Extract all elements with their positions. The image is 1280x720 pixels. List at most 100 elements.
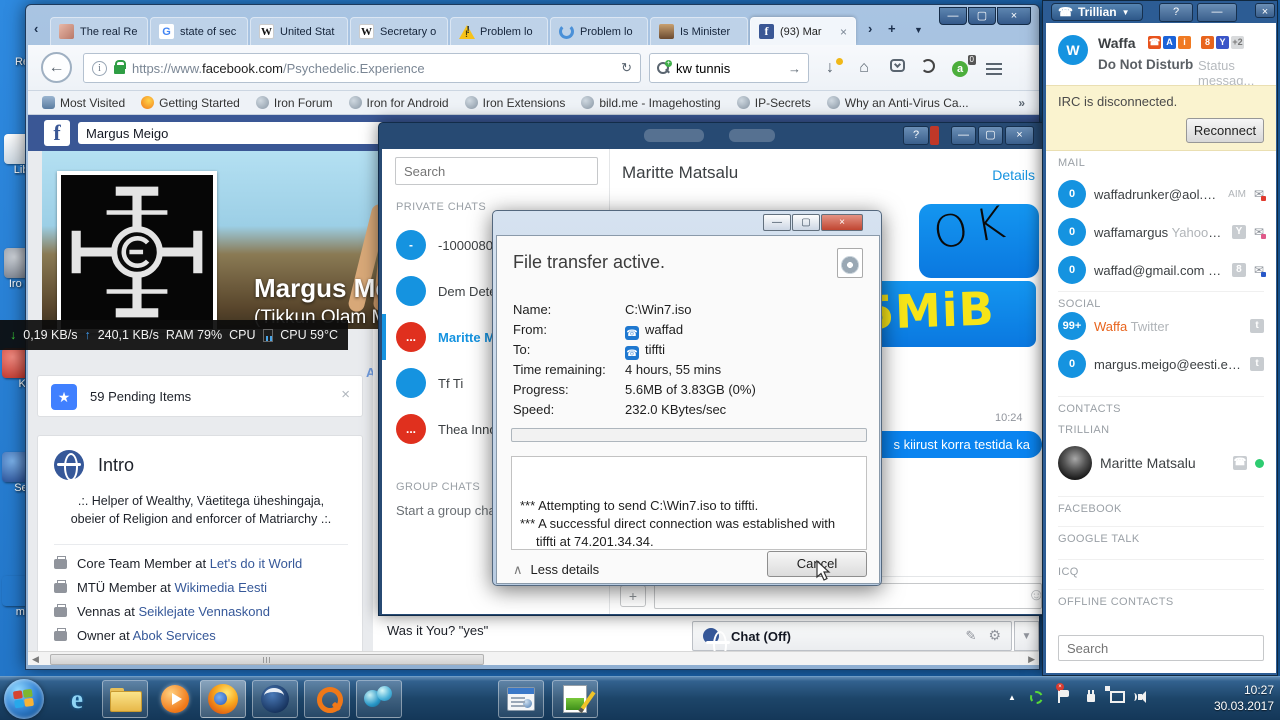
chat-minimize-button[interactable]: — xyxy=(951,126,976,145)
taskbar-internet-explorer[interactable]: e xyxy=(54,680,100,718)
tab-secretary[interactable]: Secretary o xyxy=(350,17,448,45)
job-link[interactable]: Let's do it World xyxy=(210,556,303,571)
section-offline-contacts[interactable]: OFFLINE CONTACTS xyxy=(1058,589,1264,608)
horizontal-scrollbar[interactable]: ◀ ▶ xyxy=(28,651,1039,665)
chat-close-button[interactable]: × xyxy=(1005,126,1034,145)
section-google-talk[interactable]: GOOGLE TALK xyxy=(1058,526,1264,545)
pending-items-card[interactable]: 59 Pending Items xyxy=(37,375,363,417)
tab-list-dropdown-icon[interactable]: ▼ xyxy=(914,25,923,35)
bookmark-iron-android[interactable]: Iron for Android xyxy=(349,96,449,110)
bookmark-bildme[interactable]: bild.me - Imagehosting xyxy=(581,96,720,110)
chat-settings-icon[interactable] xyxy=(988,627,1001,645)
tray-show-hidden-icon[interactable]: ▲ xyxy=(1008,693,1016,702)
facebook-chat-bar[interactable]: Chat (Off) xyxy=(692,621,1012,651)
chat-search-input[interactable] xyxy=(395,157,598,185)
tray-clock[interactable]: 10:27 30.03.2017 xyxy=(1174,682,1274,714)
bookmark-ip-secrets[interactable]: IP-Secrets xyxy=(737,96,811,110)
new-message-icon[interactable] xyxy=(966,627,977,645)
bookmark-antivirus[interactable]: Why an Anti-Virus Ca... xyxy=(827,96,969,110)
section-mail[interactable]: MAIL xyxy=(1058,157,1085,169)
taskbar-search-app[interactable] xyxy=(304,680,350,718)
scrollbar-thumb[interactable] xyxy=(50,654,484,665)
scroll-right-arrow-icon[interactable]: ▶ xyxy=(1028,654,1035,665)
downloads-icon[interactable]: ↓ xyxy=(819,59,841,79)
tab-state-of-sec[interactable]: state of sec xyxy=(150,17,248,45)
window-minimize-button[interactable]: — xyxy=(939,7,967,25)
job-link[interactable]: Seiklejate Vennaskond xyxy=(138,604,270,619)
reconnect-button[interactable]: Reconnect xyxy=(1186,118,1264,143)
bookmark-iron-forum[interactable]: Iron Forum xyxy=(256,96,333,110)
search-engine-icon[interactable]: + xyxy=(657,62,670,75)
new-tab-icon[interactable]: + xyxy=(888,21,896,36)
taskbar-seamonkey[interactable] xyxy=(252,680,298,718)
contact-row-maritte[interactable]: Maritte Matsalu ☎ xyxy=(1046,441,1276,485)
dialog-close-button[interactable]: × xyxy=(821,214,863,231)
bookmarks-overflow-icon[interactable]: » xyxy=(1018,96,1025,110)
tab-the-real[interactable]: The real Re xyxy=(50,17,148,45)
search-go-icon[interactable]: → xyxy=(788,61,801,76)
job-link[interactable]: Wikimedia Eesti xyxy=(175,580,267,595)
mail-row[interactable]: 0 waffad@gmail.com G... 8 xyxy=(1046,251,1276,289)
section-contacts[interactable]: CONTACTS xyxy=(1058,396,1264,415)
pocket-icon[interactable] xyxy=(886,59,908,79)
taskbar-firefox[interactable] xyxy=(200,680,246,718)
user-avatar[interactable]: W xyxy=(1058,35,1088,65)
status-message[interactable]: Status messag... xyxy=(1198,58,1276,88)
tab-scroll-right-icon[interactable]: › xyxy=(868,21,872,36)
url-bar[interactable]: i https://www.facebook.com/Psychedelic.E… xyxy=(83,53,641,83)
taskbar-system-utility[interactable] xyxy=(498,680,544,718)
scroll-left-arrow-icon[interactable]: ◀ xyxy=(32,654,39,665)
home-icon[interactable]: ⌂ xyxy=(853,59,875,79)
sync-swirl-icon[interactable] xyxy=(917,59,939,79)
trillian-help-button[interactable]: ? xyxy=(1159,3,1193,22)
section-icq[interactable]: ICQ xyxy=(1058,559,1264,578)
bookmark-getting-started[interactable]: Getting Started xyxy=(141,96,240,110)
section-facebook[interactable]: FACEBOOK xyxy=(1058,496,1264,515)
tray-network-monitor-icon[interactable] xyxy=(1030,691,1043,704)
attach-plus-button[interactable] xyxy=(620,585,646,607)
window-close-button[interactable]: × xyxy=(997,7,1031,25)
more-accounts-badge[interactable]: +2 xyxy=(1231,36,1244,49)
search-input[interactable] xyxy=(676,61,782,76)
mail-row[interactable]: 0 waffadrunker@aol.com AIM xyxy=(1046,175,1276,213)
back-button[interactable]: ← xyxy=(41,52,72,83)
dialog-restore-button[interactable]: ▢ xyxy=(792,214,820,231)
dialog-minimize-button[interactable]: — xyxy=(763,214,791,231)
tab-problem-1[interactable]: Problem lo xyxy=(450,17,548,45)
tab-facebook-active[interactable]: (93) Mar× xyxy=(750,17,856,45)
buddy-list-search-input[interactable] xyxy=(1058,635,1264,661)
reload-icon[interactable]: ↻ xyxy=(621,60,632,76)
dismiss-pending-icon[interactable] xyxy=(341,386,350,403)
tab-close-icon[interactable]: × xyxy=(840,25,847,39)
taskbar-media-player[interactable] xyxy=(152,680,198,718)
tab-united-stat[interactable]: United Stat xyxy=(250,17,348,45)
social-row-twitter[interactable]: 99+ Waffa Twitter t xyxy=(1046,307,1276,345)
tab-problem-2[interactable]: Problem lo xyxy=(550,17,648,45)
social-row-eesti[interactable]: 0 margus.meigo@eesti.ee T... t xyxy=(1046,345,1276,383)
less-details-toggle[interactable]: ∧Less details xyxy=(513,562,599,578)
tab-is-minister[interactable]: Is Minister xyxy=(650,17,748,45)
message-input[interactable] xyxy=(654,583,1042,609)
chat-maximize-button[interactable]: ▢ xyxy=(978,126,1003,145)
avast-icon[interactable]: a0 xyxy=(949,59,971,79)
taskbar-trillian[interactable] xyxy=(356,680,402,718)
menu-hamburger-icon[interactable] xyxy=(986,59,1010,79)
trillian-close-button[interactable]: × xyxy=(1255,3,1275,18)
user-status[interactable]: Do Not Disturb xyxy=(1098,57,1193,72)
chat-help-button[interactable]: ? xyxy=(903,126,929,145)
start-button[interactable] xyxy=(4,679,44,719)
profile-picture[interactable] xyxy=(57,171,217,333)
mail-row[interactable]: 0 waffamargus Yahoo! ... Y xyxy=(1046,213,1276,251)
trillian-menu-button[interactable]: ☎Trillian▼ xyxy=(1051,3,1143,21)
job-link[interactable]: Abok Services xyxy=(133,628,216,643)
details-link[interactable]: Details xyxy=(992,167,1035,183)
taskbar-notes-app[interactable] xyxy=(552,680,598,718)
section-trillian[interactable]: TRILLIAN xyxy=(1058,424,1110,436)
window-maximize-button[interactable]: ▢ xyxy=(968,7,996,25)
doodle-message-ok[interactable]: OK xyxy=(919,204,1039,278)
chat-bar-collapse-icon[interactable]: ▼ xyxy=(1014,621,1039,651)
facebook-logo[interactable]: f xyxy=(44,120,70,146)
doodle-message-5mib[interactable]: 5MiB xyxy=(860,281,1036,347)
taskbar-explorer[interactable] xyxy=(102,680,148,718)
trillian-minimize-button[interactable]: — xyxy=(1197,3,1237,22)
